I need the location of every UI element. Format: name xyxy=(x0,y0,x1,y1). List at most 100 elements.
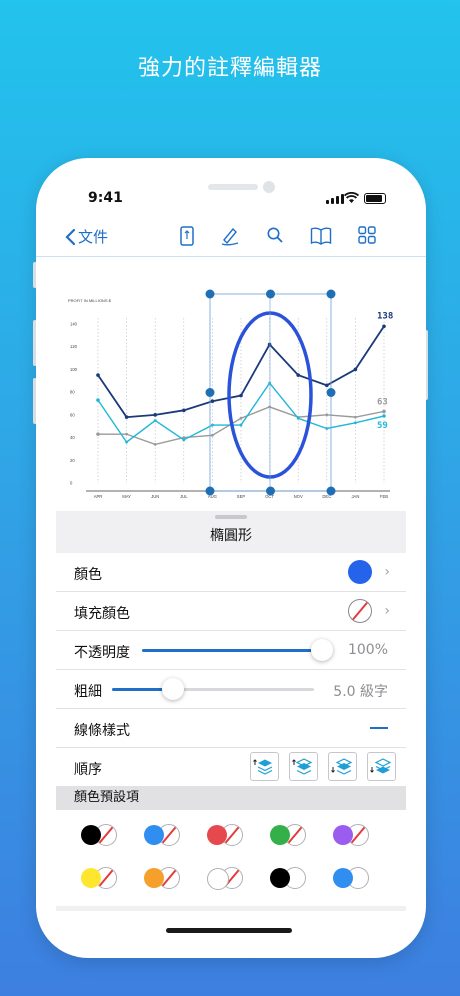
data-point xyxy=(96,432,100,436)
color-swatch[interactable] xyxy=(348,560,372,584)
thickness-label: 粗細 xyxy=(74,684,102,700)
bring-to-front-button[interactable] xyxy=(250,752,279,781)
y-tick-label: 120 xyxy=(70,344,78,349)
y-axis-label: PROFIT IN MILLIONS $ xyxy=(68,298,112,303)
preset-stroke-dot xyxy=(144,825,164,845)
fill-color-row[interactable]: 填充顏色 › xyxy=(56,592,406,631)
data-point xyxy=(125,432,128,436)
data-point xyxy=(296,416,300,420)
data-point xyxy=(268,405,271,409)
data-point xyxy=(210,399,215,404)
book-icon[interactable] xyxy=(310,226,332,246)
opacity-value: 100% xyxy=(347,642,388,658)
x-tick-label: JUN xyxy=(151,494,159,499)
data-point xyxy=(239,416,243,420)
fill-none-swatch[interactable] xyxy=(348,599,372,623)
resize-handle[interactable] xyxy=(266,289,275,299)
thickness-slider[interactable] xyxy=(112,678,314,700)
data-point xyxy=(268,381,271,385)
data-point xyxy=(96,398,100,402)
data-point xyxy=(325,413,329,417)
pen-icon[interactable] xyxy=(220,226,240,246)
preset-stroke-dot xyxy=(207,868,229,890)
color-presets xyxy=(56,810,406,906)
thickness-slider-knob[interactable] xyxy=(161,678,184,700)
order-buttons xyxy=(250,752,396,781)
color-preset[interactable] xyxy=(144,867,184,890)
chart-document[interactable]: PROFIT IN MILLIONS $ APR MAY JUN JUL AUG SEP OC… xyxy=(56,258,406,508)
data-point xyxy=(267,342,272,347)
x-tick-label: APR xyxy=(94,494,103,499)
page-icon[interactable] xyxy=(179,226,195,246)
send-backward-icon xyxy=(331,758,353,775)
opacity-row: 不透明度 100% xyxy=(56,631,406,670)
data-point xyxy=(182,438,186,442)
back-label: 文件 xyxy=(78,228,109,246)
color-preset[interactable] xyxy=(333,867,373,890)
color-preset[interactable] xyxy=(270,867,310,890)
send-backward-button[interactable] xyxy=(328,752,357,781)
headline: 強力的註釋編輯器 xyxy=(137,56,322,81)
opacity-slider[interactable] xyxy=(142,639,333,661)
preset-stroke-dot xyxy=(81,868,101,888)
fill-color-label: 填充顏色 xyxy=(74,606,130,622)
properties-list: 顏色 › 填充顏色 › 不透明度 100% 粗細 5.0 級字 線條樣式 順序 … xyxy=(56,553,406,906)
data-point xyxy=(382,324,386,329)
color-preset[interactable] xyxy=(207,824,247,847)
signal-icon xyxy=(326,194,344,204)
data-point xyxy=(153,413,157,417)
data-point xyxy=(239,393,243,398)
home-indicator[interactable] xyxy=(166,928,292,933)
resize-handle[interactable] xyxy=(326,388,336,397)
x-tick-label: JUL xyxy=(180,494,188,499)
bring-to-front-icon xyxy=(253,759,273,775)
color-preset[interactable] xyxy=(81,867,121,890)
color-preset[interactable] xyxy=(270,824,310,847)
data-point xyxy=(382,414,386,418)
data-point xyxy=(211,423,214,427)
data-point xyxy=(354,415,357,419)
phone-frame: 9:41 文件 PROFIT IN MILLIONS $ APR MAY JUN… xyxy=(36,158,426,958)
opacity-slider-knob[interactable] xyxy=(311,639,333,661)
color-preset[interactable] xyxy=(81,824,121,847)
thickness-value: 5.0 級字 xyxy=(333,684,388,700)
color-row[interactable]: 顏色 › xyxy=(56,553,406,592)
chevron-right-icon: › xyxy=(384,603,390,619)
grid-icon[interactable] xyxy=(358,226,376,244)
preset-stroke-dot xyxy=(270,868,290,888)
resize-handle[interactable] xyxy=(326,486,336,496)
data-point xyxy=(353,367,358,372)
panel-title: 橢圓形 xyxy=(210,528,252,544)
y-tick-label: 100 xyxy=(70,367,78,372)
resize-handle[interactable] xyxy=(205,289,215,299)
drag-handle[interactable] xyxy=(215,515,247,519)
resize-handle[interactable] xyxy=(266,486,275,496)
data-point xyxy=(96,373,100,377)
y-tick-label: 60 xyxy=(70,412,75,417)
preset-stroke-dot xyxy=(333,825,353,845)
send-to-back-button[interactable] xyxy=(367,752,396,781)
search-icon[interactable] xyxy=(266,226,284,244)
resize-handle[interactable] xyxy=(205,388,215,397)
preset-stroke-dot xyxy=(81,825,101,845)
bring-forward-button[interactable] xyxy=(289,752,318,781)
color-preset[interactable] xyxy=(207,867,247,890)
wifi-icon xyxy=(344,192,359,203)
back-button[interactable]: 文件 xyxy=(64,226,108,247)
resize-handle[interactable] xyxy=(326,289,336,299)
data-point xyxy=(125,440,128,444)
data-point xyxy=(211,433,214,437)
bring-forward-icon xyxy=(292,758,313,775)
line-style-row[interactable]: 線條樣式 xyxy=(56,709,406,748)
series-end-label: 63 xyxy=(377,397,388,407)
color-preset[interactable] xyxy=(333,824,373,847)
status-time: 9:41 xyxy=(88,190,123,206)
data-point xyxy=(239,423,243,427)
data-point xyxy=(153,419,157,422)
color-preset[interactable] xyxy=(144,824,184,847)
resize-handle[interactable] xyxy=(205,486,215,496)
series-end-label: 59 xyxy=(377,421,388,431)
x-tick-label: NOV xyxy=(294,494,303,499)
x-tick-label: SEP xyxy=(237,494,246,499)
preset-stroke-dot xyxy=(270,825,290,845)
